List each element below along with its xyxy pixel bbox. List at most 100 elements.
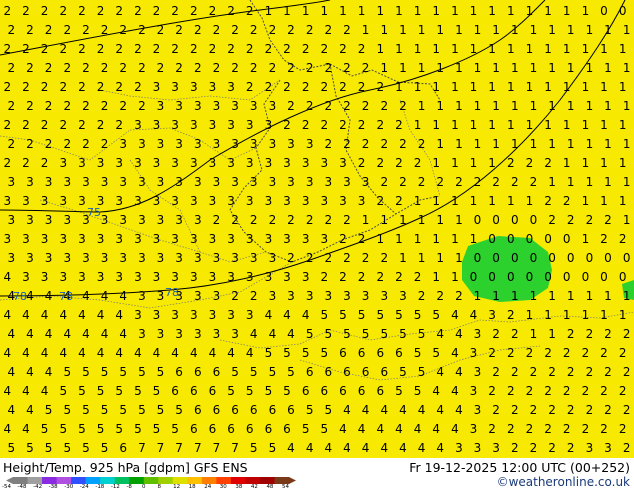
grid-value: 2 (22, 42, 30, 56)
grid-value: 1 (432, 156, 440, 170)
grid-value: 3 (194, 251, 202, 265)
grid-value: 2 (190, 4, 198, 18)
grid-value: 3 (227, 194, 235, 208)
grid-value: 3 (283, 156, 291, 170)
grid-value: 3 (45, 175, 53, 189)
grid-value: 3 (474, 365, 482, 379)
grid-value: 6 (324, 365, 332, 379)
grid-value: 1 (492, 23, 500, 37)
grid-value: 1 (563, 118, 571, 132)
grid-value: 1 (548, 289, 556, 303)
grid-value: 2 (246, 42, 254, 56)
grid-value: 2 (45, 61, 53, 75)
grid-value: 1 (399, 23, 407, 37)
grid-value: 4 (22, 384, 30, 398)
grid-value: 0 (511, 251, 519, 265)
grid-value: 3 (455, 441, 463, 455)
grid-value: 2 (97, 4, 105, 18)
grid-value: 1 (567, 289, 575, 303)
grid-value: 2 (544, 384, 552, 398)
color-scale-tick: 54 (282, 484, 289, 490)
grid-value: 5 (26, 441, 34, 455)
grid-value: 4 (455, 403, 463, 417)
grid-value: 4 (7, 365, 15, 379)
grid-value: 2 (600, 422, 608, 436)
grid-value: 2 (26, 61, 34, 75)
grid-value: 4 (3, 346, 11, 360)
color-scale-tick: -48 (17, 484, 27, 490)
grid-value: 2 (3, 80, 11, 94)
grid-value: 3 (78, 232, 86, 246)
grid-value: 3 (190, 80, 198, 94)
grid-value: 2 (586, 365, 594, 379)
grid-value: 5 (320, 422, 328, 436)
grid-value: 1 (526, 80, 534, 94)
grid-value: 3 (362, 175, 370, 189)
grid-value: 1 (600, 42, 608, 56)
grid-value: 2 (548, 213, 556, 227)
grid-value: 2 (302, 80, 310, 94)
grid-value: 4 (436, 403, 444, 417)
contour-label: 75 (87, 206, 101, 219)
grid-value: 6 (250, 403, 258, 417)
grid-value: 2 (582, 346, 590, 360)
grid-value: 4 (269, 327, 277, 341)
grid-value: 3 (302, 232, 310, 246)
grid-value: 5 (45, 403, 53, 417)
grid-value: 2 (343, 137, 351, 151)
grid-value: 0 (526, 270, 534, 284)
grid-value: 2 (362, 61, 370, 75)
grid-value: 5 (395, 384, 403, 398)
grid-value: 2 (619, 422, 627, 436)
grid-value: 5 (82, 365, 90, 379)
color-scale-segment (230, 477, 246, 484)
grid-value: 4 (97, 346, 105, 360)
grid-value: 1 (488, 4, 496, 18)
color-scale-tick: 12 (173, 484, 181, 490)
grid-value: 0 (526, 232, 534, 246)
grid-value: 5 (395, 308, 403, 322)
grid-value: 3 (171, 118, 179, 132)
grid-value: 3 (399, 289, 407, 303)
grid-value: 3 (265, 194, 273, 208)
credit-link[interactable]: ©weatheronline.co.uk (497, 475, 630, 489)
grid-value: 2 (507, 308, 515, 322)
grid-value: 2 (82, 99, 90, 113)
grid-value: 2 (269, 213, 277, 227)
grid-value: 2 (138, 99, 146, 113)
grid-value: 3 (227, 232, 235, 246)
grid-value: 2 (623, 441, 631, 455)
grid-value: 4 (455, 327, 463, 341)
grid-value: 2 (231, 289, 239, 303)
grid-value: 2 (138, 61, 146, 75)
grid-value: 5 (418, 365, 426, 379)
grid-value: 1 (548, 175, 556, 189)
grid-value: 3 (246, 118, 254, 132)
grid-value: 2 (190, 42, 198, 56)
grid-value: 4 (115, 346, 123, 360)
grid-value: 1 (582, 194, 590, 208)
grid-value: 1 (488, 80, 496, 94)
grid-value: 3 (287, 137, 295, 151)
color-scale-tick: -18 (95, 484, 105, 490)
grid-value: 2 (492, 175, 500, 189)
grid-value: 2 (511, 441, 519, 455)
grid-value: 2 (343, 99, 351, 113)
grid-value: 1 (567, 99, 575, 113)
grid-value: 0 (492, 251, 500, 265)
grid-value: 6 (190, 384, 198, 398)
grid-value: 2 (26, 137, 34, 151)
grid-value: 2 (287, 213, 295, 227)
grid-value: 2 (26, 23, 34, 37)
grid-value: 3 (283, 232, 291, 246)
grid-value: 5 (101, 441, 109, 455)
grid-value: 1 (623, 61, 631, 75)
grid-value: 2 (78, 4, 86, 18)
grid-value: 4 (190, 346, 198, 360)
grid-value: 1 (451, 270, 459, 284)
grid-value: 2 (115, 118, 123, 132)
grid-value: 2 (41, 118, 49, 132)
grid-value: 2 (604, 365, 612, 379)
grid-value: 4 (418, 403, 426, 417)
grid-value: 2 (395, 156, 403, 170)
